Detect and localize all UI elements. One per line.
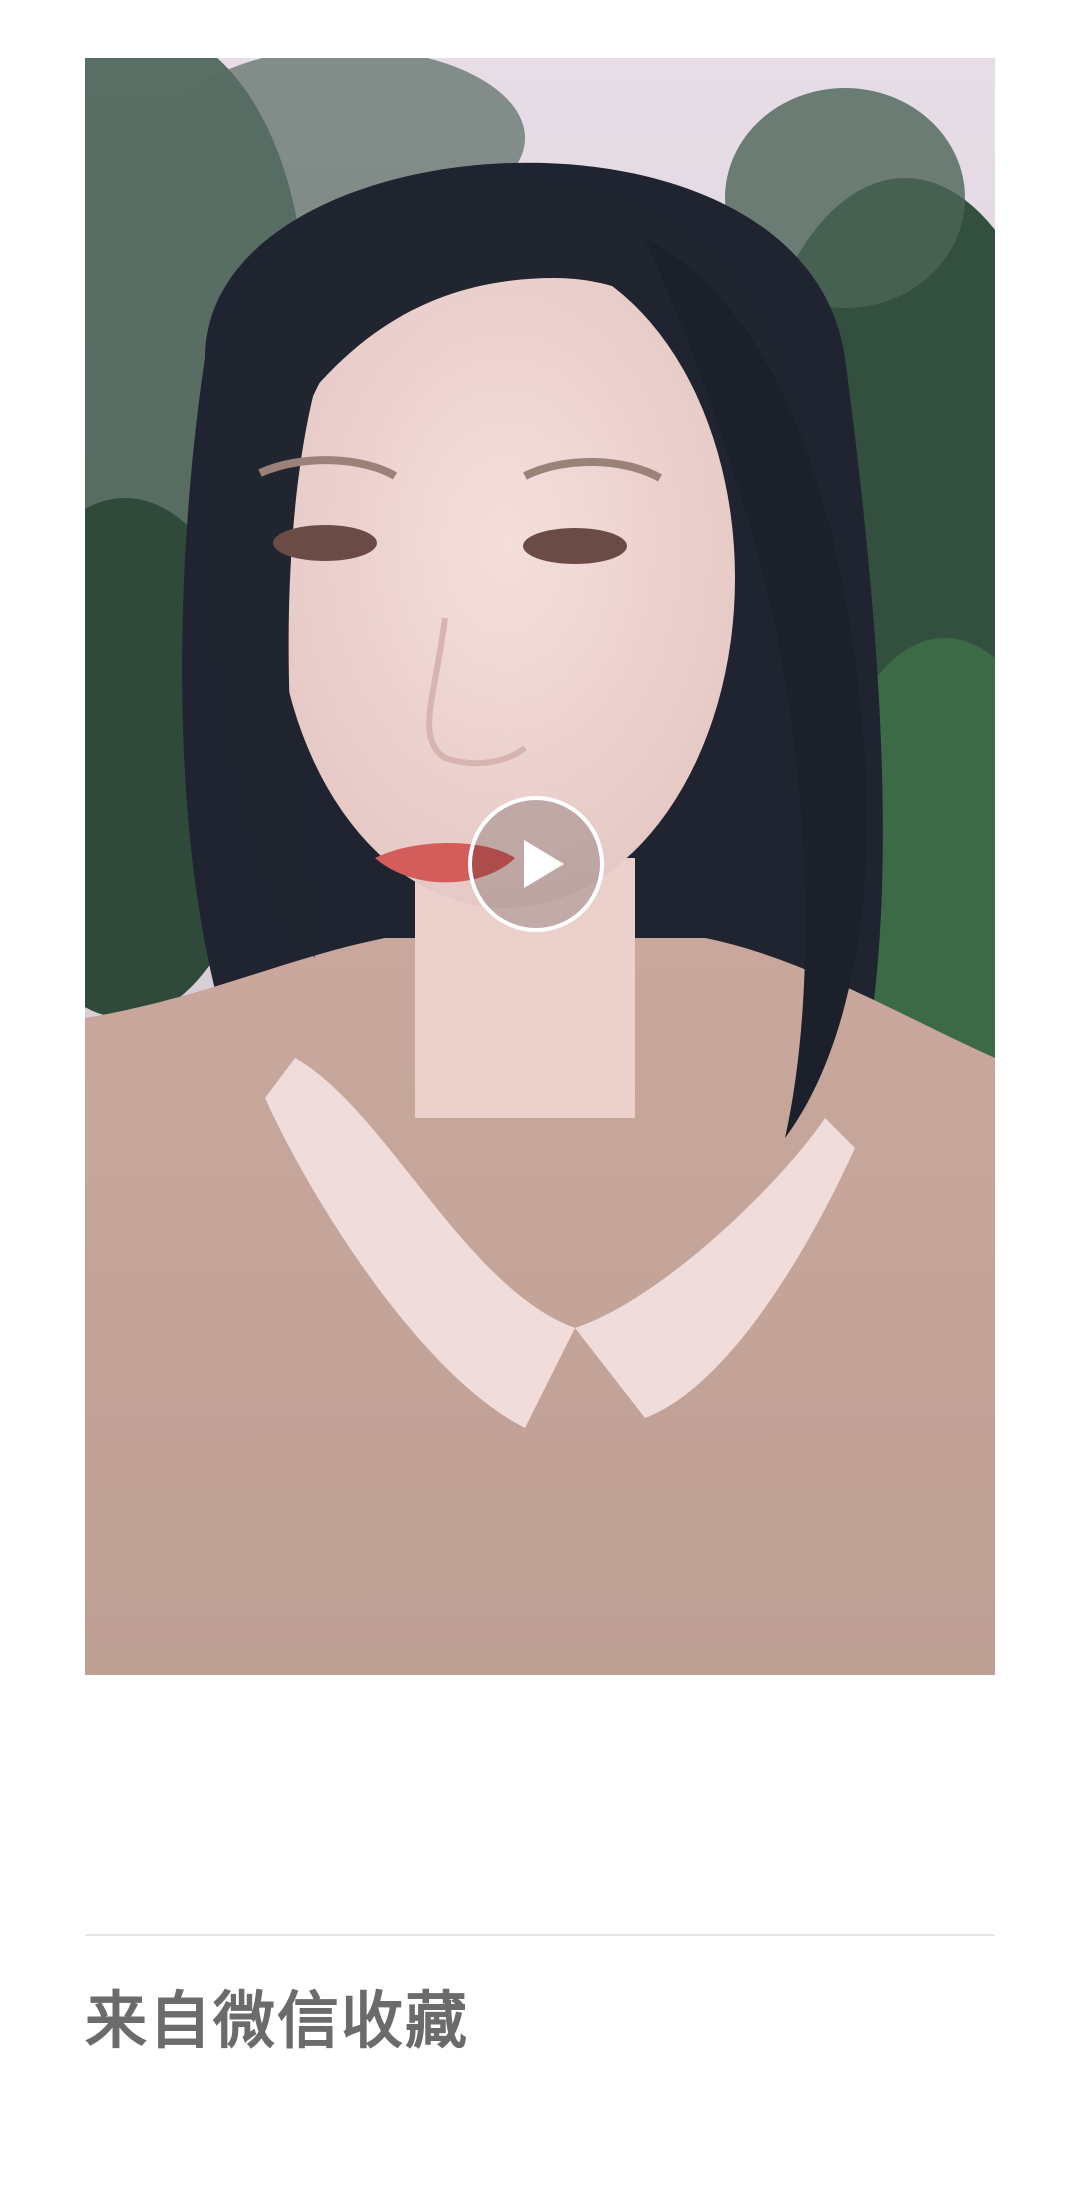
play-icon	[524, 840, 564, 888]
play-button[interactable]	[468, 796, 604, 932]
source-label: 来自微信收藏	[85, 1984, 470, 2057]
page: 来自微信收藏	[0, 0, 1080, 2207]
divider	[85, 1934, 995, 1936]
video-thumbnail[interactable]	[85, 58, 995, 1675]
